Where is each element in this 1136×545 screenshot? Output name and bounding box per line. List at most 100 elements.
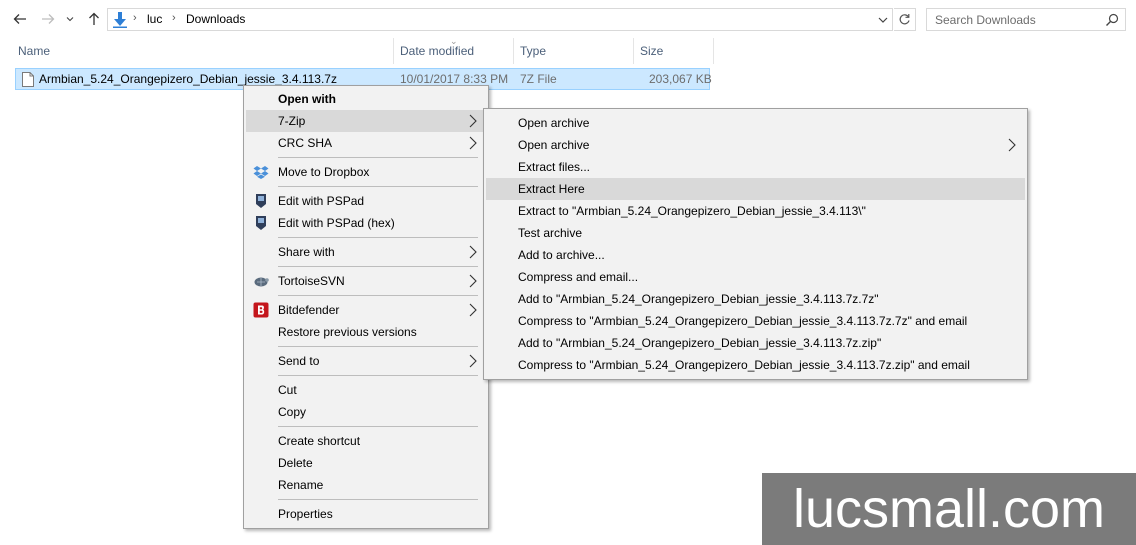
menu-item-label: Create shortcut	[278, 434, 361, 448]
menu-item-label: 7-Zip	[278, 114, 306, 128]
menu-item-7-zip[interactable]: 7-Zip	[246, 110, 486, 132]
menu-item-open-with[interactable]: Open with	[246, 88, 486, 110]
menu-item-label: CRC SHA	[278, 136, 333, 150]
file-icon	[22, 72, 34, 87]
search-box[interactable]: Search Downloads	[926, 8, 1126, 31]
chevron-right-icon	[469, 114, 477, 128]
recent-locations-button[interactable]	[63, 9, 77, 29]
menu-item-move-to-dropbox[interactable]: Move to Dropbox	[246, 161, 486, 183]
chevron-right-icon	[469, 303, 477, 317]
menu-item-label: Extract Here	[518, 182, 585, 196]
submenu-item-compress-and-email[interactable]: Compress and email...	[486, 266, 1025, 288]
submenu-item-extract-files[interactable]: Extract files...	[486, 156, 1025, 178]
menu-item-label: Move to Dropbox	[278, 165, 370, 179]
chevron-right-icon	[469, 274, 477, 288]
breadcrumb-separator: ›	[172, 12, 176, 24]
submenu-item-extract-to-folder[interactable]: Extract to "Armbian_5.24_Orangepizero_De…	[486, 200, 1025, 222]
arrow-left-icon	[13, 14, 26, 24]
menu-separator	[278, 375, 478, 376]
pspad-icon	[256, 194, 266, 208]
menu-separator	[278, 295, 478, 296]
search-input[interactable]: Search Downloads	[935, 13, 1036, 27]
submenu-item-test-archive[interactable]: Test archive	[486, 222, 1025, 244]
column-divider[interactable]	[713, 38, 714, 64]
menu-item-rename[interactable]: Rename	[246, 474, 486, 496]
menu-item-label: Compress and email...	[518, 270, 639, 284]
arrow-up-icon	[89, 12, 99, 25]
menu-item-crc-sha[interactable]: CRC SHA	[246, 132, 486, 154]
forward-button[interactable]	[38, 9, 58, 29]
menu-item-label: Compress to "Armbian_5.24_Orangepizero_D…	[518, 314, 968, 328]
menu-item-label: TortoiseSVN	[278, 274, 345, 288]
submenu-item-open-archive[interactable]: Open archive	[486, 112, 1025, 134]
file-date-modified: 10/01/2017 8:33 PM	[400, 72, 509, 86]
menu-item-label: Restore previous versions	[278, 325, 417, 339]
dropbox-icon	[253, 166, 269, 179]
menu-item-label: Add to "Armbian_5.24_Orangepizero_Debian…	[518, 336, 882, 350]
chevron-down-icon	[878, 17, 888, 23]
menu-item-send-to[interactable]: Send to	[246, 350, 486, 372]
menu-item-edit-with-pspad[interactable]: Edit with PSPad	[246, 190, 486, 212]
menu-item-label: Edit with PSPad	[278, 194, 365, 208]
refresh-button[interactable]	[894, 8, 916, 31]
arrow-right-icon	[42, 14, 55, 24]
menu-item-label: Cut	[278, 383, 297, 397]
menu-item-label: Bitdefender	[278, 303, 340, 317]
column-header-label: Size	[640, 44, 664, 58]
column-header-type[interactable]: Type	[514, 41, 632, 63]
back-button[interactable]	[10, 9, 30, 29]
menu-item-label: Rename	[278, 478, 324, 492]
bitdefender-icon	[253, 302, 269, 318]
chevron-down-icon	[66, 17, 74, 22]
submenu-item-add-to-7z[interactable]: Add to "Armbian_5.24_Orangepizero_Debian…	[486, 288, 1025, 310]
refresh-icon	[899, 14, 910, 25]
menu-item-label: Open archive	[518, 138, 590, 152]
chevron-right-icon	[1008, 138, 1016, 152]
menu-item-label: Test archive	[518, 226, 583, 240]
menu-separator	[278, 426, 478, 427]
menu-separator	[278, 186, 478, 187]
menu-item-label: Extract to "Armbian_5.24_Orangepizero_De…	[518, 204, 866, 218]
menu-item-label: Add to archive...	[518, 248, 605, 262]
menu-separator	[278, 499, 478, 500]
menu-item-label: Add to "Armbian_5.24_Orangepizero_Debian…	[518, 292, 879, 306]
submenu-item-add-to-archive[interactable]: Add to archive...	[486, 244, 1025, 266]
address-dropdown-button[interactable]	[876, 12, 890, 28]
file-name: Armbian_5.24_Orangepizero_Debian_jessie_…	[39, 72, 337, 86]
chevron-right-icon	[469, 245, 477, 259]
menu-item-bitdefender[interactable]: Bitdefender	[246, 299, 486, 321]
submenu-item-compress-7z-email[interactable]: Compress to "Armbian_5.24_Orangepizero_D…	[486, 310, 1025, 332]
submenu-item-compress-zip-email[interactable]: Compress to "Armbian_5.24_Orangepizero_D…	[486, 354, 1025, 376]
tortoisesvn-icon	[254, 277, 269, 287]
7-zip-submenu: Open archive Open archive Extract files.…	[483, 108, 1028, 380]
menu-item-properties[interactable]: Properties	[246, 503, 486, 525]
column-header-size[interactable]: Size	[634, 41, 712, 63]
pspad-icon	[256, 216, 266, 230]
submenu-item-open-archive-sub[interactable]: Open archive	[486, 134, 1025, 156]
chevron-right-icon	[469, 136, 477, 150]
menu-item-label: Open archive	[518, 116, 590, 130]
breadcrumb-luc[interactable]: luc	[147, 12, 162, 26]
menu-item-share-with[interactable]: Share with	[246, 241, 486, 263]
menu-item-cut[interactable]: Cut	[246, 379, 486, 401]
menu-item-label: Edit with PSPad (hex)	[278, 216, 395, 230]
submenu-item-extract-here[interactable]: Extract Here	[486, 178, 1025, 200]
menu-item-restore-previous-versions[interactable]: Restore previous versions	[246, 321, 486, 343]
menu-item-tortoisesvn[interactable]: TortoiseSVN	[246, 270, 486, 292]
menu-item-label: Extract files...	[518, 160, 591, 174]
column-header-label: Type	[520, 44, 547, 58]
menu-item-copy[interactable]: Copy	[246, 401, 486, 423]
watermark: lucsmall.com	[762, 473, 1136, 545]
chevron-right-icon	[469, 354, 477, 368]
address-bar[interactable]: › luc › Downloads	[107, 8, 893, 31]
column-header-name[interactable]: Name	[12, 41, 392, 63]
menu-item-label: Delete	[278, 456, 313, 470]
menu-item-delete[interactable]: Delete	[246, 452, 486, 474]
up-button[interactable]	[84, 9, 104, 29]
submenu-item-add-to-zip[interactable]: Add to "Armbian_5.24_Orangepizero_Debian…	[486, 332, 1025, 354]
menu-item-edit-with-pspad-hex[interactable]: Edit with PSPad (hex)	[246, 212, 486, 234]
menu-item-create-shortcut[interactable]: Create shortcut	[246, 430, 486, 452]
breadcrumb-downloads[interactable]: Downloads	[186, 12, 245, 26]
menu-item-label: Open with	[278, 92, 336, 106]
column-header-date-modified[interactable]: Date modified	[394, 41, 512, 63]
